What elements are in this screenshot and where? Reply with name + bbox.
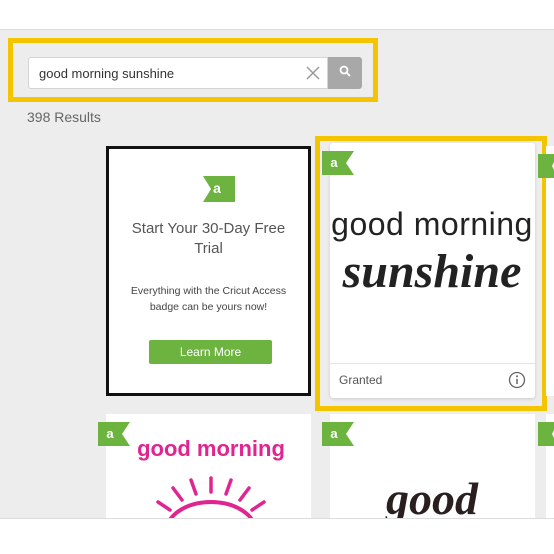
top-bar bbox=[0, 0, 554, 30]
design-artwork: good morning bbox=[137, 436, 285, 533]
design-card-good[interactable]: a good bbox=[322, 414, 535, 534]
svg-text:good morning: good morning bbox=[331, 206, 533, 242]
learn-more-button[interactable]: Learn More bbox=[149, 340, 272, 364]
design-card-good-morning[interactable]: a good morning bbox=[98, 414, 311, 534]
svg-text:sunshine: sunshine bbox=[342, 245, 522, 298]
access-badge-icon bbox=[538, 422, 554, 451]
search-icon bbox=[339, 64, 351, 82]
clear-icon[interactable] bbox=[305, 65, 321, 81]
svg-text:good: good bbox=[385, 473, 479, 524]
access-badge-icon: a bbox=[203, 176, 235, 207]
svg-text:good morning: good morning bbox=[137, 436, 285, 461]
access-promo-card[interactable]: a Start Your 30-Day Free Trial Everythin… bbox=[106, 146, 311, 396]
promo-title: Start Your 30-Day Free Trial bbox=[131, 220, 286, 257]
info-icon[interactable] bbox=[508, 371, 526, 389]
results-count: 398 Results bbox=[27, 109, 101, 125]
access-badge-icon: a bbox=[322, 422, 354, 451]
svg-text:a: a bbox=[330, 426, 338, 441]
search-box[interactable] bbox=[28, 57, 328, 89]
design-card-partial[interactable] bbox=[538, 414, 554, 534]
design-artwork: good bbox=[385, 473, 479, 524]
design-card-partial[interactable] bbox=[538, 146, 554, 396]
svg-text:a: a bbox=[213, 180, 221, 196]
design-card-good-morning-sunshine[interactable]: a good morning sunshine Granted bbox=[322, 143, 535, 398]
promo-description: Everything with the Cricut Access badge … bbox=[130, 285, 287, 313]
search-input[interactable] bbox=[29, 58, 299, 88]
design-card-footer: Granted bbox=[330, 363, 535, 398]
access-badge-icon: a bbox=[98, 422, 130, 451]
access-badge-icon bbox=[538, 154, 554, 183]
status-label: Granted bbox=[339, 373, 383, 387]
svg-text:a: a bbox=[106, 426, 114, 441]
search-button[interactable] bbox=[328, 57, 362, 89]
design-artwork: good morning sunshine bbox=[331, 206, 533, 298]
bottom-bar bbox=[0, 518, 554, 554]
